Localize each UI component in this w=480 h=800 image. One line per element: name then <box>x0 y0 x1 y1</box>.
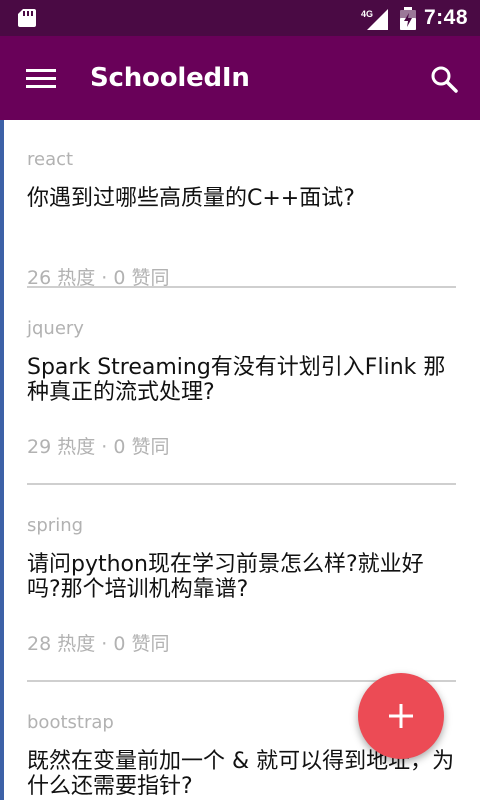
list-item[interactable]: jquery Spark Streaming有没有计划引入Flink 那种真正的… <box>27 317 456 467</box>
list-item[interactable]: react 你遇到过哪些高质量的C++面试? 26 热度 · 0 赞同 <box>27 148 456 289</box>
item-stats: 29 热度 · 0 赞同 <box>27 436 170 458</box>
item-tag: react <box>27 149 74 170</box>
search-icon <box>431 66 458 93</box>
app-bar: SchooledIn <box>0 36 480 120</box>
divider <box>27 483 456 485</box>
item-title: 请问python现在学习前景怎么样?就业好吗?那个培训机构靠谱? <box>27 552 424 602</box>
sd-card-icon <box>18 9 36 27</box>
item-title: Spark Streaming有没有计划引入Flink 那种真正的流式处理? <box>27 355 446 405</box>
item-tag: spring <box>27 515 84 536</box>
plus-icon <box>389 704 413 728</box>
edge-accent-bar <box>0 120 4 800</box>
status-bar: 4G 7:48 <box>0 0 480 36</box>
divider <box>27 286 456 288</box>
list-item[interactable]: spring 请问python现在学习前景怎么样?就业好吗?那个培训机构靠谱? … <box>27 514 456 664</box>
app-title: SchooledIn <box>90 63 250 93</box>
item-stats: 28 热度 · 0 赞同 <box>27 633 170 655</box>
add-question-button[interactable] <box>358 673 444 759</box>
menu-icon <box>26 69 56 88</box>
menu-button[interactable] <box>18 58 64 98</box>
signal-icon: 4G <box>361 9 388 30</box>
item-tag: bootstrap <box>27 712 114 733</box>
item-title: 你遇到过哪些高质量的C++面试? <box>27 186 355 211</box>
search-button[interactable] <box>420 56 466 102</box>
item-tag: jquery <box>27 318 84 339</box>
battery-icon <box>400 7 416 30</box>
clock: 7:48 <box>424 6 469 29</box>
network-type: 4G <box>361 9 373 19</box>
